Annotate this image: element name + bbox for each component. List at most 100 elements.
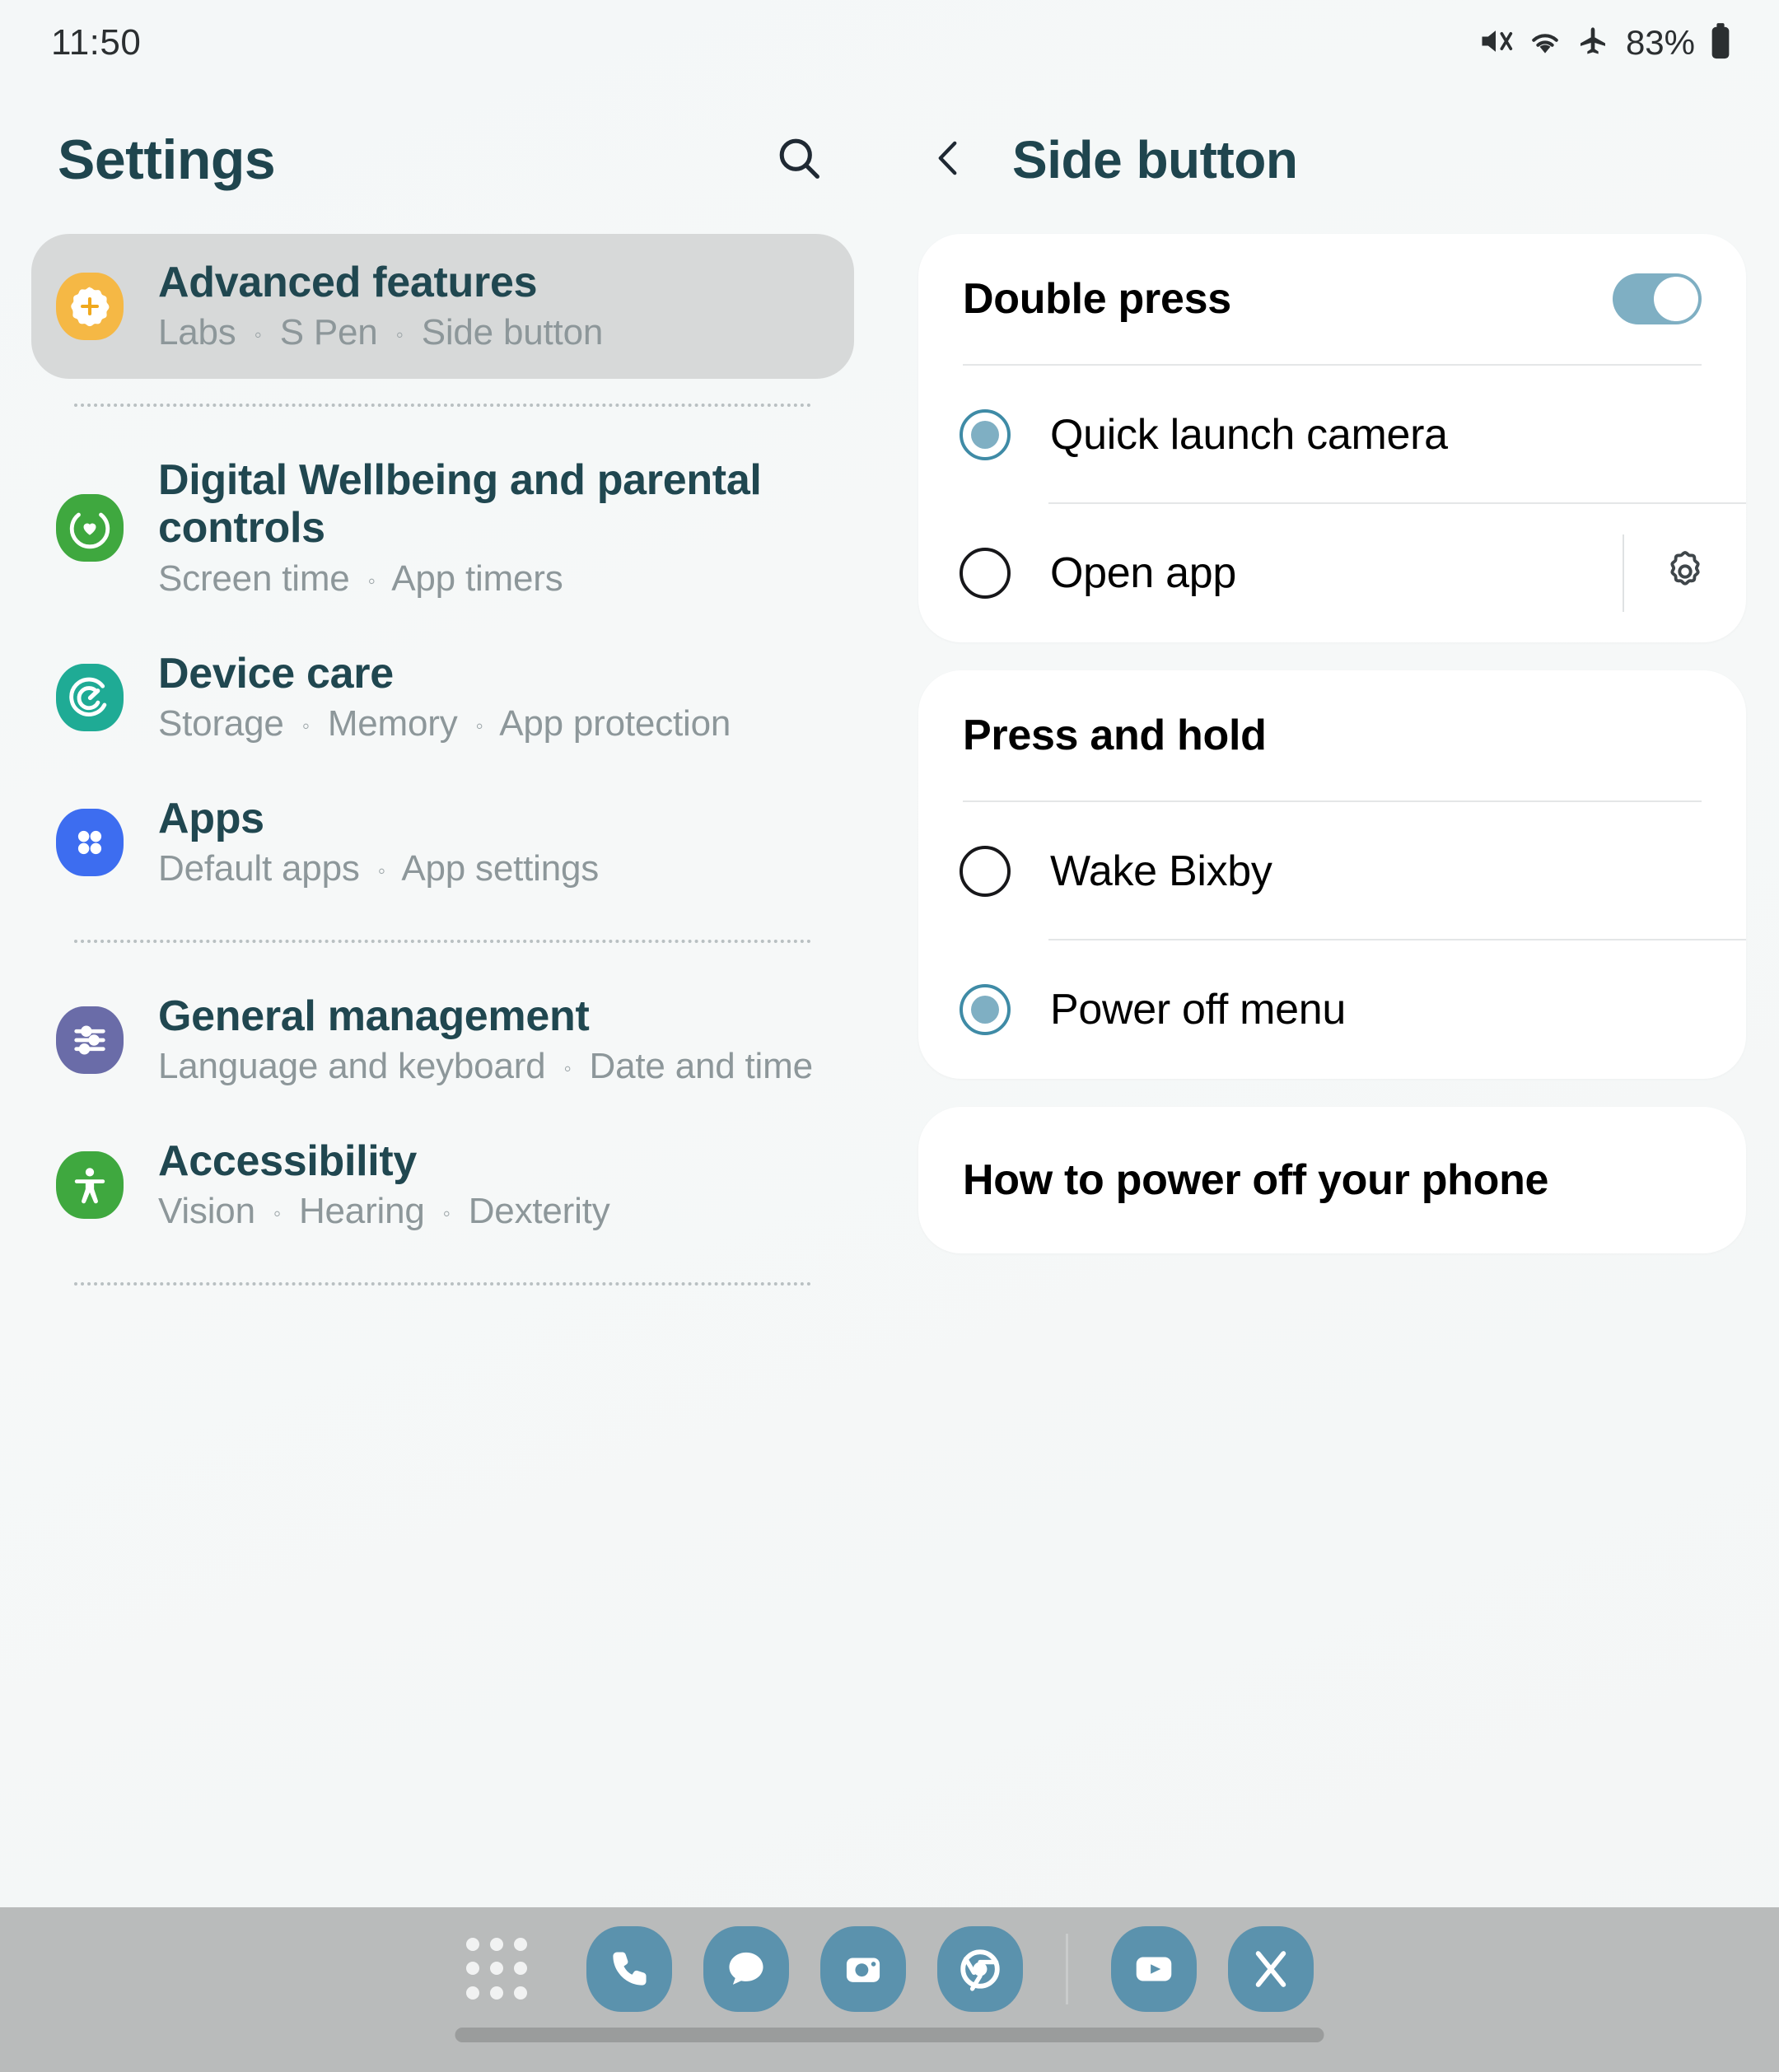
press-and-hold-header-row: Press and hold: [918, 670, 1746, 800]
press-and-hold-label: Press and hold: [963, 712, 1267, 759]
sidebar-item-digital-wellbeing[interactable]: Digital Wellbeing and parental controls …: [31, 432, 854, 624]
subtitle-part: App settings: [401, 847, 600, 889]
phone-app-icon[interactable]: [586, 1926, 672, 2012]
section-divider: [74, 939, 811, 943]
sidebar-item-label: Apps: [158, 794, 264, 842]
sidebar-item-label: General management: [158, 992, 590, 1040]
settings-sidebar-pane: Settings Advanced features Labs ◦ S Pen …: [0, 86, 885, 1907]
sidebar-item-label: Advanced features: [158, 259, 538, 306]
option-label-wrap: Wake Bixby: [1050, 847, 1746, 896]
sidebar-item-subtitle: Labs ◦ S Pen ◦ Side button: [158, 311, 826, 354]
double-press-toggle[interactable]: [1613, 273, 1702, 324]
sidebar-item-device-care[interactable]: Device care Storage ◦ Memory ◦ App prote…: [31, 625, 854, 770]
subtitle-part: Screen time: [158, 558, 350, 599]
sidebar-item-apps[interactable]: Apps Default apps ◦ App settings: [31, 770, 854, 915]
bullet-separator: ◦: [563, 1056, 572, 1081]
bullet-separator: ◦: [377, 857, 385, 883]
battery-icon: [1708, 22, 1733, 64]
bullet-separator: ◦: [301, 712, 310, 738]
subtitle-part: Storage: [158, 702, 284, 744]
sidebar-item-accessibility[interactable]: Accessibility Vision ◦ Hearing ◦ Dexteri…: [31, 1113, 854, 1258]
dot: [465, 1962, 479, 1976]
radio-open-app[interactable]: [960, 548, 1011, 599]
section-divider: [74, 1282, 811, 1286]
sidebar-item-label: Digital Wellbeing and parental controls: [158, 456, 762, 553]
chrome-app-icon[interactable]: [936, 1926, 1023, 2012]
how-to-power-off-row[interactable]: How to power off your phone: [918, 1107, 1746, 1253]
home-indicator[interactable]: [455, 2028, 1324, 2042]
subtitle-part: Dexterity: [468, 1191, 610, 1232]
option-label: Quick launch camera: [1050, 411, 1448, 459]
sidebar-header: Settings: [0, 86, 885, 234]
subtitle-part: Side button: [421, 312, 604, 353]
sidebar-item-label: Accessibility: [158, 1136, 418, 1185]
subtitle-part: Date and time: [589, 1046, 814, 1087]
airplane-mode-icon: [1576, 25, 1609, 62]
option-power-off-menu[interactable]: Power off menu: [918, 940, 1746, 1079]
app-drawer-icon[interactable]: [465, 1938, 529, 2000]
status-time: 11:50: [51, 22, 142, 63]
option-open-app[interactable]: Open app: [918, 504, 1746, 642]
toggle-knob: [1654, 277, 1698, 321]
chevron-left-icon: [925, 134, 973, 186]
how-to-power-off-label: How to power off your phone: [963, 1156, 1549, 1204]
dot: [514, 1962, 528, 1976]
radio-quick-launch-camera[interactable]: [960, 409, 1011, 460]
how-to-power-off-card[interactable]: How to power off your phone: [918, 1107, 1746, 1253]
detail-title: Side button: [1012, 130, 1298, 189]
dot: [489, 1938, 503, 1951]
youtube-app-icon[interactable]: [1110, 1926, 1197, 2012]
option-label: Wake Bixby: [1050, 847, 1272, 895]
radio-power-off-menu[interactable]: [960, 984, 1011, 1035]
sidebar-item-subtitle: Vision ◦ Hearing ◦ Dexterity: [158, 1190, 826, 1233]
digital-wellbeing-icon: [56, 494, 124, 562]
bullet-separator: ◦: [395, 322, 404, 348]
option-label-wrap: Open app: [1050, 548, 1623, 598]
back-button[interactable]: [917, 128, 981, 192]
side-button-detail-pane: Side button Double press Quick launch ca…: [885, 86, 1779, 1907]
gear-icon: [1660, 546, 1711, 601]
dot: [465, 1986, 479, 2000]
sidebar-item-text: General management Language and keyboard…: [158, 992, 826, 1088]
page-title: Settings: [58, 128, 276, 191]
bullet-separator: ◦: [273, 1201, 281, 1226]
option-quick-launch-camera[interactable]: Quick launch camera: [918, 366, 1746, 504]
camera-app-icon[interactable]: [819, 1926, 906, 2012]
bullet-separator: ◦: [475, 712, 483, 738]
sidebar-item-subtitle: Storage ◦ Memory ◦ App protection: [158, 702, 826, 745]
dock: [0, 1907, 1779, 2031]
mute-icon: [1478, 23, 1514, 63]
sidebar-item-text: Accessibility Vision ◦ Hearing ◦ Dexteri…: [158, 1137, 826, 1233]
sidebar-item-text: Device care Storage ◦ Memory ◦ App prote…: [158, 650, 826, 745]
messages-app-icon[interactable]: [703, 1926, 789, 2012]
dot: [489, 1986, 503, 2000]
double-press-toggle-row[interactable]: Double press: [918, 234, 1746, 364]
search-button[interactable]: [762, 123, 836, 197]
sidebar-item-general-management[interactable]: General management Language and keyboard…: [31, 968, 854, 1113]
open-app-settings-button[interactable]: [1624, 546, 1746, 601]
subtitle-part: Labs: [158, 312, 236, 353]
general-management-icon: [56, 1006, 124, 1074]
sidebar-item-advanced-features[interactable]: Advanced features Labs ◦ S Pen ◦ Side bu…: [31, 234, 854, 380]
subtitle-part: App protection: [499, 702, 731, 744]
device-care-icon: [56, 663, 124, 731]
option-wake-bixby[interactable]: Wake Bixby: [918, 802, 1746, 940]
accessibility-icon: [56, 1151, 124, 1219]
dot: [514, 1986, 528, 2000]
bullet-separator: ◦: [367, 567, 376, 593]
play-store-app-icon[interactable]: [1227, 1926, 1314, 2012]
subtitle-part: App timers: [391, 558, 563, 599]
option-label-wrap: Quick launch camera: [1050, 410, 1746, 460]
radio-wake-bixby[interactable]: [960, 846, 1011, 897]
subtitle-part: Vision: [158, 1191, 255, 1232]
subtitle-part: Memory: [327, 702, 458, 744]
option-label: Open app: [1050, 549, 1237, 597]
press-and-hold-card: Press and hold Wake Bixby Power off menu: [918, 670, 1746, 1079]
wifi-icon: [1527, 23, 1563, 63]
dock-separator: [1065, 1934, 1068, 2004]
option-label-wrap: Power off menu: [1050, 985, 1746, 1034]
advanced-features-icon: [56, 273, 124, 341]
apps-icon: [56, 808, 124, 876]
dot: [465, 1938, 479, 1951]
settings-list: Advanced features Labs ◦ S Pen ◦ Side bu…: [0, 234, 885, 1286]
